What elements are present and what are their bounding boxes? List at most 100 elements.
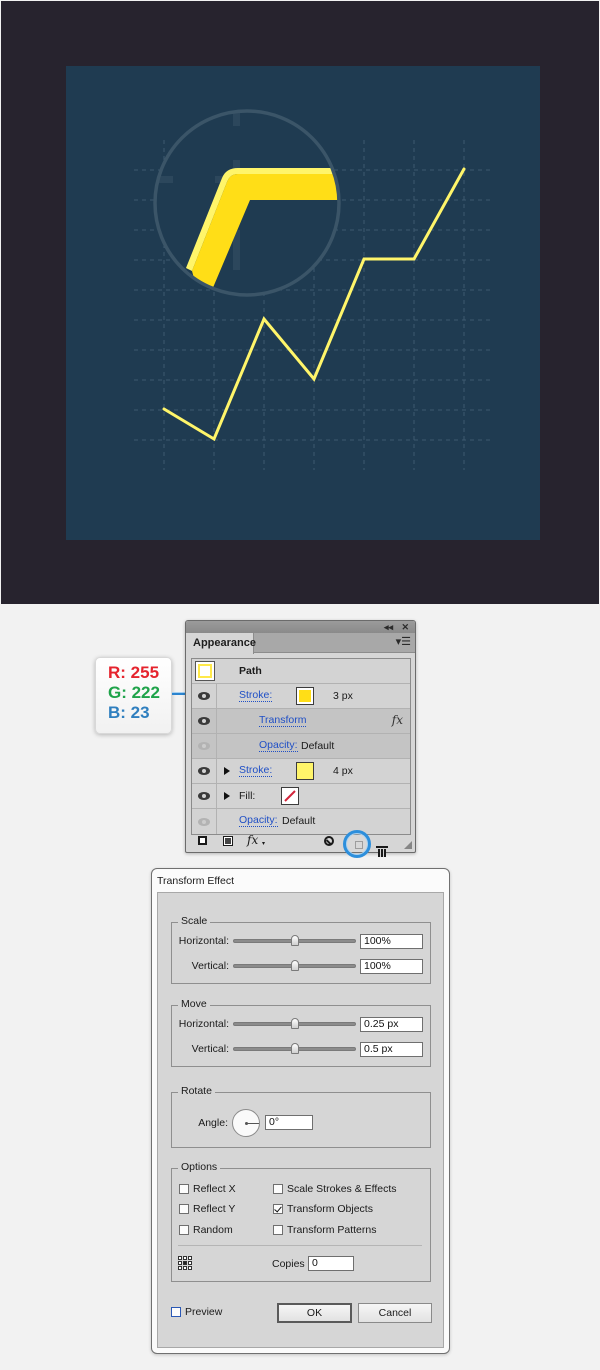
visibility-toggle[interactable] — [192, 684, 217, 708]
transform-objects-checkbox[interactable] — [273, 1204, 283, 1214]
transform-effect-link[interactable]: Transform — [259, 715, 307, 727]
panel-menu-icon[interactable]: ▾☰ — [396, 637, 411, 648]
reference-point-locator[interactable] — [178, 1256, 193, 1271]
slider-thumb[interactable] — [290, 1043, 299, 1054]
dialog-title: Transform Effect — [157, 875, 235, 887]
appearance-row-fill[interactable]: Fill: — [192, 784, 410, 809]
stroke-swatch[interactable] — [296, 687, 314, 705]
appearance-row-opacity[interactable]: Opacity: Default — [192, 809, 410, 834]
stroke-link[interactable]: Stroke: — [239, 765, 273, 777]
rotate-group-label: Rotate — [178, 1085, 215, 1097]
panel-titlebar[interactable]: ◂◂ ✕ — [186, 621, 415, 633]
expand-triangle-icon[interactable] — [224, 792, 230, 800]
random-label[interactable]: Random — [193, 1224, 233, 1236]
clear-appearance-button[interactable] — [324, 836, 334, 846]
move-group-label: Move — [178, 998, 210, 1010]
eye-icon — [198, 742, 210, 750]
slider-thumb[interactable] — [290, 1018, 299, 1029]
add-new-stroke-button[interactable] — [198, 836, 207, 845]
close-icon[interactable]: ✕ — [401, 621, 409, 633]
appearance-panel: ◂◂ ✕ Appearance ▾☰ Path Stroke: 3 px Tra… — [185, 620, 416, 858]
artboard-frame — [1, 1, 599, 604]
slider-thumb[interactable] — [290, 960, 299, 971]
stroke-weight: 4 px — [333, 765, 353, 777]
appearance-row-stroke-3px[interactable]: Stroke: 3 px — [192, 684, 410, 709]
delete-item-button[interactable] — [376, 846, 388, 857]
opacity-link[interactable]: Opacity: — [239, 815, 278, 827]
scale-vertical-input[interactable]: 100% — [360, 959, 423, 974]
opacity-value: Default — [301, 740, 335, 752]
move-vertical-slider[interactable] — [233, 1043, 356, 1054]
slider-thumb[interactable] — [290, 935, 299, 946]
transform-objects-label[interactable]: Transform Objects — [287, 1203, 373, 1215]
move-vertical-input[interactable]: 0.5 px — [360, 1042, 423, 1057]
tab-appearance[interactable]: Appearance — [186, 633, 256, 654]
red-value: R: 255 — [108, 663, 160, 682]
scale-horizontal-slider[interactable] — [233, 935, 356, 946]
appearance-row-path[interactable]: Path — [192, 659, 410, 684]
move-horizontal-slider[interactable] — [233, 1018, 356, 1029]
scale-group: Scale Horizontal: 100% Vertical: 100% — [171, 915, 431, 984]
expand-triangle-icon[interactable] — [224, 767, 230, 775]
duplicate-item-highlight-ring[interactable] — [343, 830, 371, 858]
scale-horizontal-input[interactable]: 100% — [360, 934, 423, 949]
preview-checkbox[interactable] — [171, 1307, 181, 1317]
object-type-label: Path — [239, 665, 262, 677]
opacity-value: Default — [282, 815, 316, 827]
visibility-toggle[interactable] — [192, 809, 217, 834]
reflect-x-checkbox[interactable] — [179, 1184, 189, 1194]
random-checkbox[interactable] — [179, 1225, 189, 1235]
copies-input[interactable]: 0 — [308, 1256, 354, 1271]
transform-patterns-label[interactable]: Transform Patterns — [287, 1224, 376, 1236]
fx-icon: fx — [391, 713, 403, 727]
angle-input[interactable]: 0° — [265, 1115, 313, 1130]
panel-footer: fx ▾ — [186, 830, 415, 858]
visibility-toggle[interactable] — [192, 709, 217, 733]
reflect-y-label[interactable]: Reflect Y — [193, 1203, 235, 1215]
none-slash-icon — [284, 790, 296, 802]
visibility-toggle[interactable] — [192, 784, 217, 808]
angle-dial[interactable] — [232, 1109, 260, 1137]
eye-icon — [198, 692, 210, 700]
eye-icon — [198, 767, 210, 775]
ok-button[interactable]: OK — [277, 1303, 352, 1323]
appearance-row-transform[interactable]: Transform fx — [192, 709, 410, 734]
reflect-x-label[interactable]: Reflect X — [193, 1183, 236, 1195]
scale-strokes-checkbox[interactable] — [273, 1184, 283, 1194]
stroke-weight: 3 px — [333, 690, 353, 702]
resize-grip[interactable] — [404, 841, 412, 849]
options-group-label: Options — [178, 1161, 221, 1173]
fill-none-swatch[interactable] — [281, 787, 299, 805]
stroke-link[interactable]: Stroke: — [239, 690, 273, 702]
move-horizontal-input[interactable]: 0.25 px — [360, 1017, 423, 1032]
options-group: Options Reflect X Reflect Y Random Scale… — [171, 1161, 431, 1282]
chevron-down-icon: ▾ — [262, 841, 266, 847]
preview-label[interactable]: Preview — [185, 1306, 222, 1318]
opacity-link[interactable]: Opacity: — [259, 740, 298, 752]
copies-label: Copies — [272, 1258, 305, 1270]
dialog-body: Scale Horizontal: 100% Vertical: 100% Mo… — [157, 892, 444, 1348]
visibility-toggle[interactable] — [192, 734, 217, 758]
path-thumbnail — [195, 661, 215, 681]
move-group: Move Horizontal: 0.25 px Vertical: 0.5 p… — [171, 998, 431, 1067]
green-value: G: 222 — [108, 683, 160, 702]
appearance-list: Path Stroke: 3 px Transform fx Opacity: … — [191, 658, 411, 835]
cancel-button[interactable]: Cancel — [358, 1303, 432, 1323]
add-new-effect-button[interactable]: fx — [247, 833, 258, 847]
scale-vertical-label: Vertical: — [191, 960, 229, 972]
eye-icon — [198, 717, 210, 725]
appearance-row-stroke-4px[interactable]: Stroke: 4 px — [192, 759, 410, 784]
rotate-group: Rotate Angle: 0° — [171, 1085, 431, 1148]
appearance-row-stroke-opacity[interactable]: Opacity: Default — [192, 734, 410, 759]
scale-vertical-slider[interactable] — [233, 960, 356, 971]
move-vertical-label: Vertical: — [191, 1043, 229, 1055]
move-horizontal-label: Horizontal: — [178, 1018, 229, 1030]
visibility-toggle[interactable] — [192, 759, 217, 783]
stroke-swatch[interactable] — [296, 762, 314, 780]
reflect-y-checkbox[interactable] — [179, 1204, 189, 1214]
add-new-fill-button[interactable] — [223, 836, 233, 846]
scale-strokes-label[interactable]: Scale Strokes & Effects — [287, 1183, 397, 1195]
transform-patterns-checkbox[interactable] — [273, 1225, 283, 1235]
eye-icon — [198, 792, 210, 800]
collapse-icon[interactable]: ◂◂ — [384, 621, 393, 633]
